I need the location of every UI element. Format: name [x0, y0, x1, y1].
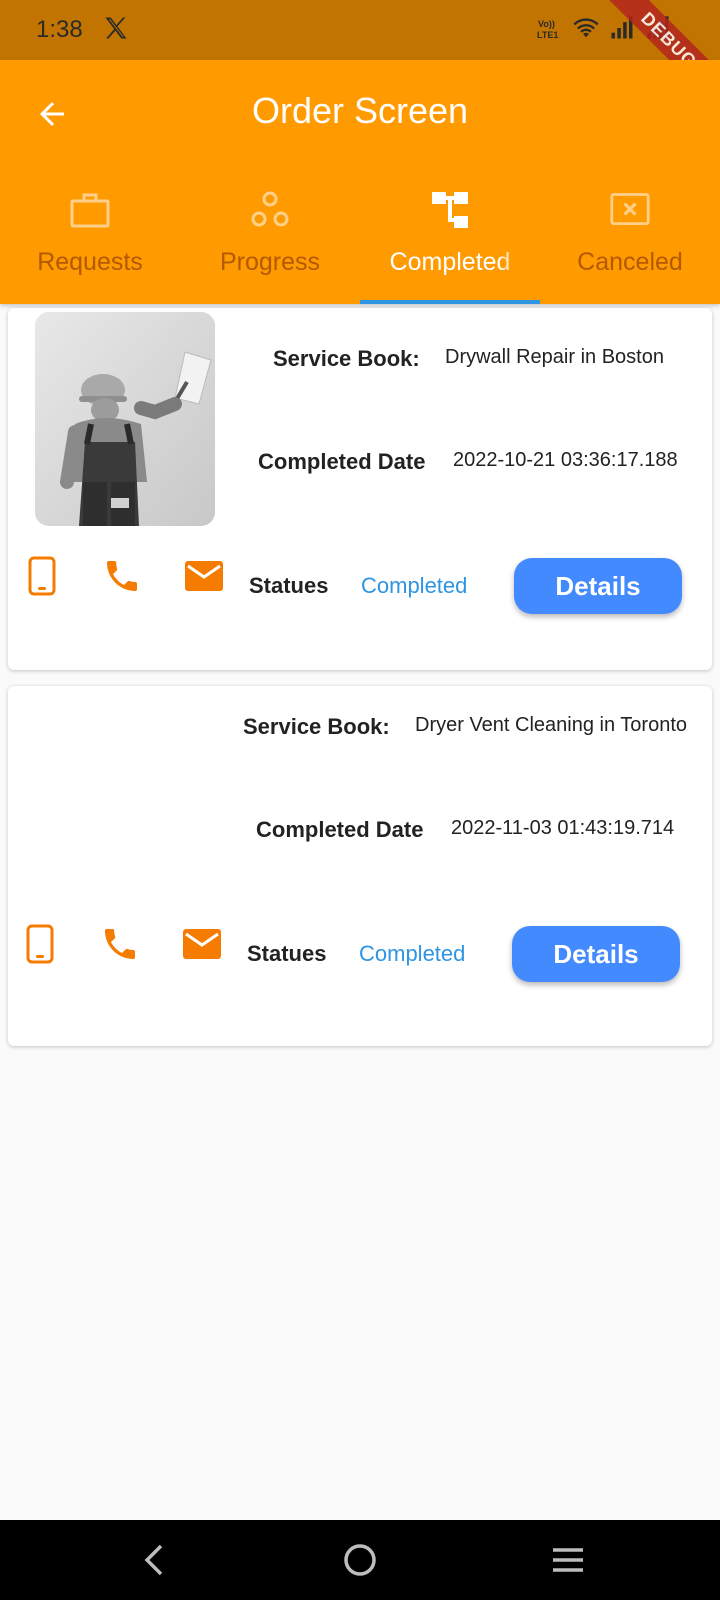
service-book-value: Dryer Vent Cleaning in Toronto [415, 714, 688, 736]
status-value: Completed [359, 941, 466, 966]
service-book-label: Service Book: [273, 346, 420, 371]
completed-date-label: Completed Date [256, 817, 424, 842]
bubbles-icon [250, 190, 290, 230]
chevron-left-icon [144, 1544, 163, 1576]
email-icon[interactable] [180, 922, 224, 966]
completed-date-label: Completed Date [258, 449, 426, 474]
completed-date-value: 2022-11-03 01:43:19.714 [451, 817, 675, 839]
volte-icon: Vo)) LTE1 [537, 19, 558, 40]
briefcase-icon [70, 190, 110, 230]
statues-label: Statues [247, 941, 327, 966]
tab-progress[interactable]: Progress [180, 186, 360, 304]
app-bar: Order Screen Requests Progress Completed… [0, 60, 720, 304]
tab-indicator [360, 300, 540, 304]
service-photo [35, 312, 215, 526]
service-book-label: Service Book: [243, 714, 390, 739]
nav-back-button[interactable] [132, 1538, 176, 1582]
tab-completed[interactable]: Completed [360, 186, 540, 304]
service-book-value: Drywall Repair in Boston [445, 346, 664, 368]
svg-text:Vo)): Vo)) [538, 19, 555, 29]
x-app-icon [105, 17, 127, 39]
tree-icon [430, 190, 470, 230]
mobile-phone-icon[interactable] [20, 554, 64, 598]
tab-requests[interactable]: Requests [0, 186, 180, 304]
cancel-box-icon [610, 190, 650, 230]
circle-home-icon [344, 1544, 376, 1576]
wifi-icon [573, 18, 599, 38]
statues-label: Statues [249, 573, 329, 598]
phone-icon[interactable] [100, 554, 144, 598]
svg-text:LTE1: LTE1 [537, 30, 558, 40]
tab-progress-label: Progress [219, 248, 321, 276]
email-icon[interactable] [182, 554, 226, 598]
phone-icon[interactable] [98, 922, 142, 966]
details-button[interactable]: Details [512, 926, 680, 982]
tab-canceled-label: Canceled [577, 248, 683, 276]
tab-completed-label: Completed [389, 248, 511, 276]
status-value: Completed [361, 573, 468, 598]
order-card: Service Book: Drywall Repair in Boston C… [8, 308, 712, 670]
completed-date-value: 2022-10-21 03:36:17.188 [453, 449, 678, 471]
details-button[interactable]: Details [514, 558, 682, 614]
menu-icon [553, 1548, 583, 1572]
tab-requests-label: Requests [37, 248, 143, 276]
system-nav-bar [0, 1520, 720, 1600]
status-bar: 1:38 Vo)) LTE1 DEBUG [0, 0, 720, 118]
tab-canceled[interactable]: Canceled [540, 186, 720, 304]
nav-menu-button[interactable] [546, 1538, 590, 1582]
mobile-phone-icon[interactable] [18, 922, 62, 966]
page-title: Order Screen [251, 90, 469, 131]
status-time: 1:38 [36, 16, 83, 43]
order-card: Service Book: Dryer Vent Cleaning in Tor… [8, 686, 712, 1046]
nav-home-button[interactable] [338, 1538, 382, 1582]
tab-bar: Requests Progress Completed Canceled [0, 186, 720, 304]
